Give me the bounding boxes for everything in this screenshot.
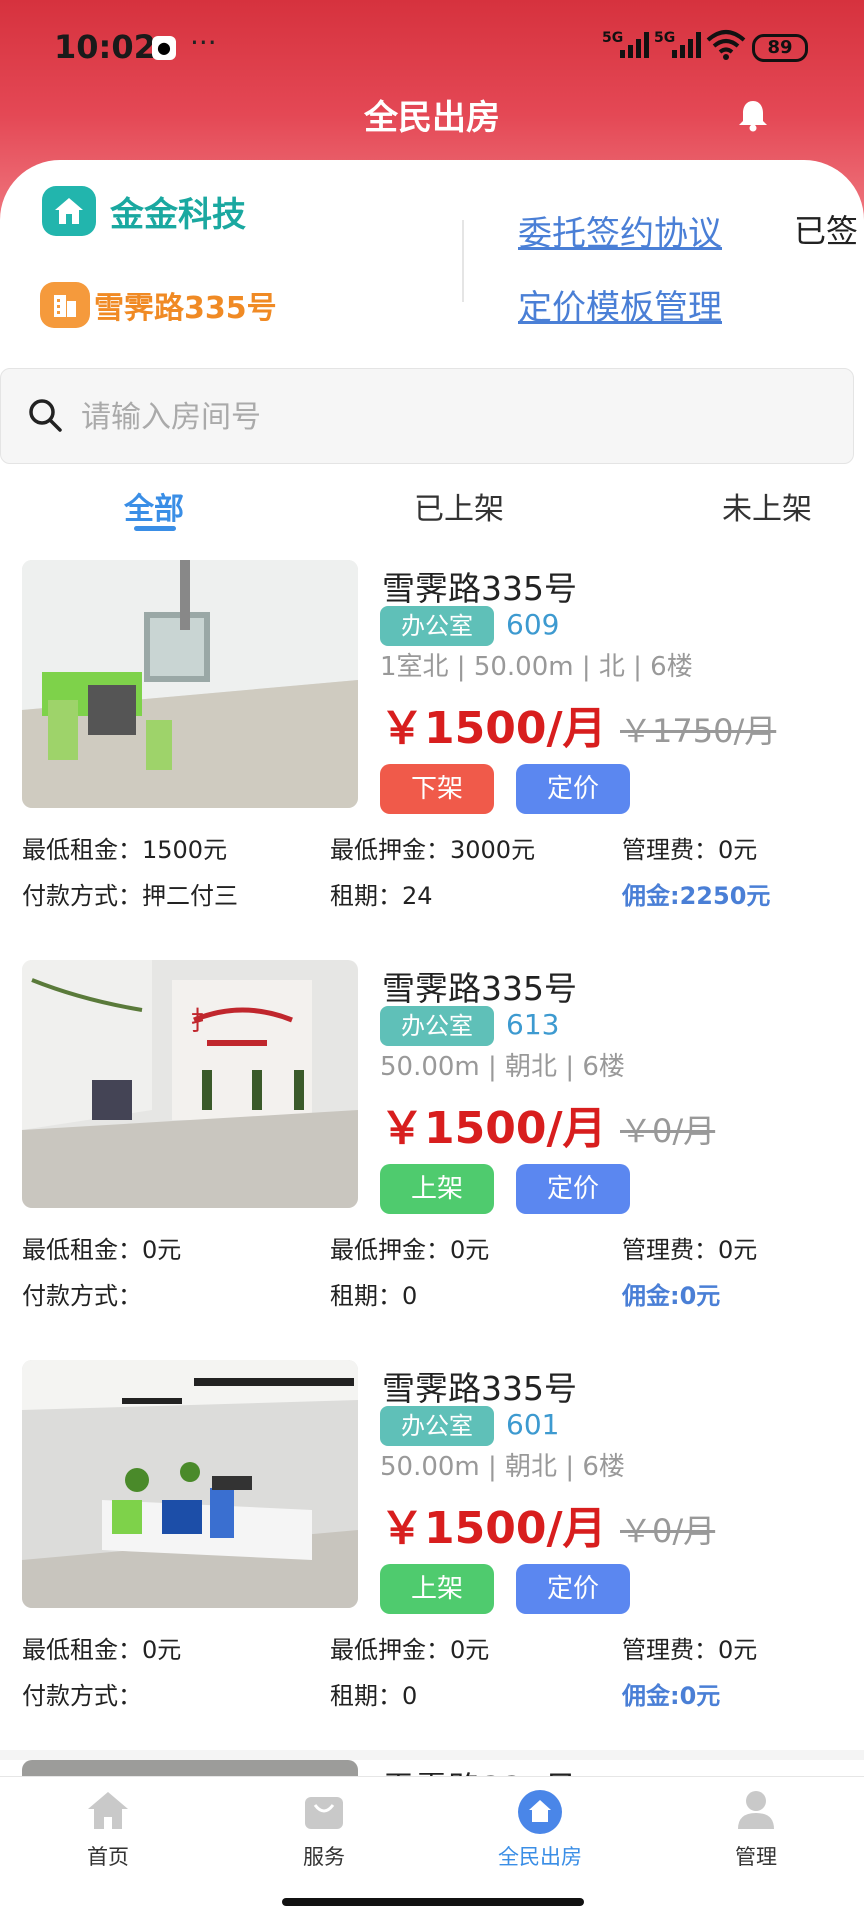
signed-label[interactable]: 已签	[794, 206, 858, 252]
room-photo	[22, 1760, 358, 1776]
listing-type-badge: 办公室	[380, 1006, 494, 1046]
listing-name: 雪霁路335号	[382, 969, 577, 1008]
pricing-template-link[interactable]: 定价模板管理	[518, 280, 722, 329]
status-more-icon: ···	[190, 26, 217, 59]
original-price: ￥0/月	[620, 1512, 716, 1550]
search-bar	[0, 368, 854, 464]
header-divider	[462, 220, 464, 302]
property-selector[interactable]: 雪霁路335号	[40, 282, 277, 328]
management-fee: 管理费：0元	[622, 836, 758, 864]
payment-method: 付款方式：押二付三	[22, 882, 238, 910]
lease-term: 租期：24	[330, 882, 433, 910]
listing-type-badge: 办公室	[380, 1406, 494, 1446]
active-tab-indicator	[134, 526, 176, 531]
tab-all[interactable]: 全部	[124, 484, 184, 528]
tabbar-label: 服务	[303, 1845, 345, 1869]
original-price: ￥0/月	[620, 1112, 716, 1150]
tabbar-label: 首页	[87, 1845, 129, 1869]
list-button[interactable]: 上架	[380, 1164, 494, 1214]
building-icon	[40, 282, 90, 328]
delist-button[interactable]: 下架	[380, 764, 494, 814]
set-price-button[interactable]: 定价	[516, 764, 630, 814]
listing-name: 雪霁路335号	[382, 1369, 577, 1408]
battery-icon: 89	[752, 34, 808, 62]
min-rent: 最低租金：0元	[22, 1236, 182, 1264]
search-input[interactable]	[79, 391, 823, 443]
room-photo	[22, 1360, 358, 1608]
tabbar-label: 全民出房	[498, 1845, 582, 1869]
house-icon	[42, 186, 96, 236]
home-icon	[88, 1792, 128, 1829]
status-time: 10:02	[54, 28, 156, 66]
tabbar-home[interactable]: 首页	[48, 1789, 168, 1871]
tab-listed[interactable]: 已上架	[414, 484, 504, 528]
qq-notification-icon: ●	[152, 36, 176, 60]
shopping-bag-icon	[305, 1797, 343, 1829]
listing-name: 雪霁路335号	[382, 569, 577, 608]
signal-icon-2	[672, 32, 701, 58]
listing-card[interactable]: ⺘ 雪霁路335号 办公室 613 50.00m | 朝北 | 6楼 ￥1500…	[0, 960, 864, 1350]
original-price: ￥1750/月	[620, 712, 777, 750]
company-row: 金金科技	[42, 186, 246, 236]
min-rent: 最低租金：0元	[22, 1636, 182, 1664]
status-bar: 10:02 ● ··· 5G 5G 89	[0, 0, 864, 90]
rent-price: ￥1500/月	[380, 1103, 607, 1154]
wifi-icon	[706, 30, 746, 60]
tabbar-services[interactable]: 服务	[264, 1789, 384, 1871]
min-deposit: 最低押金：0元	[330, 1236, 490, 1264]
home-circle-icon	[518, 1790, 562, 1834]
management-fee: 管理费：0元	[622, 1636, 758, 1664]
room-number: 613	[506, 1008, 560, 1041]
listing-name: 雪霁路335号	[382, 1762, 577, 1776]
set-price-button[interactable]: 定价	[516, 1564, 630, 1614]
room-specs: 50.00m | 朝北 | 6楼	[380, 1452, 625, 1482]
room-specs: 50.00m | 朝北 | 6楼	[380, 1052, 625, 1082]
property-name: 雪霁路335号	[94, 291, 277, 326]
bell-icon[interactable]	[736, 98, 770, 132]
signal-icon-1	[620, 32, 649, 58]
user-icon	[738, 1791, 774, 1829]
room-photo: ⺘	[22, 960, 358, 1208]
listing-card[interactable]: 雪霁路335号 办公室 601 50.00m | 朝北 | 6楼 ￥1500/月…	[0, 1360, 864, 1750]
min-deposit: 最低押金：3000元	[330, 836, 536, 864]
commission: 佣金:2250元	[622, 882, 771, 910]
lease-term: 租期：0	[330, 1682, 418, 1710]
payment-method: 付款方式：	[22, 1282, 142, 1310]
lease-term: 租期：0	[330, 1282, 418, 1310]
rent-price: ￥1500/月	[380, 703, 607, 754]
set-price-button[interactable]: 定价	[516, 1164, 630, 1214]
agreement-link[interactable]: 委托签约协议	[518, 206, 722, 255]
listing-card-partial[interactable]: 雪霁路335号	[0, 1760, 864, 1776]
commission: 佣金:0元	[622, 1682, 721, 1710]
rent-price: ￥1500/月	[380, 1503, 607, 1554]
tabbar-list-rooms[interactable]: 全民出房	[480, 1789, 600, 1871]
search-icon	[29, 399, 62, 432]
commission: 佣金:0元	[622, 1282, 721, 1310]
home-indicator[interactable]	[282, 1898, 584, 1906]
min-rent: 最低租金：1500元	[22, 836, 228, 864]
room-number: 609	[506, 608, 560, 641]
room-specs: 1室北 | 50.00m | 北 | 6楼	[380, 652, 693, 682]
min-deposit: 最低押金：0元	[330, 1636, 490, 1664]
room-number: 601	[506, 1408, 560, 1441]
listing-card[interactable]: 雪霁路335号 办公室 609 1室北 | 50.00m | 北 | 6楼 ￥1…	[0, 560, 864, 950]
list-button[interactable]: 上架	[380, 1564, 494, 1614]
listing-type-badge: 办公室	[380, 606, 494, 646]
room-photo	[22, 560, 358, 808]
tabbar-manage[interactable]: 管理	[696, 1789, 816, 1871]
payment-method: 付款方式：	[22, 1682, 142, 1710]
page-title: 全民出房	[364, 98, 500, 138]
tabbar-label: 管理	[735, 1845, 777, 1869]
management-fee: 管理费：0元	[622, 1236, 758, 1264]
company-name: 金金科技	[110, 194, 246, 235]
tab-unlisted[interactable]: 未上架	[722, 484, 812, 528]
